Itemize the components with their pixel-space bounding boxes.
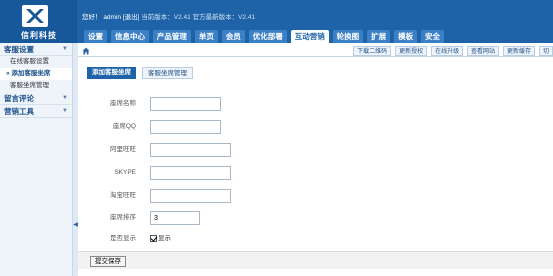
view-site-button[interactable]: 查看网站	[467, 46, 500, 56]
tab-products[interactable]: 产品管理	[152, 30, 191, 43]
aliwangwang-row: 阿里旺旺	[78, 143, 553, 157]
submit-bar: 提交保存	[78, 251, 553, 269]
toolbar-buttons: 下载二维码 更新授权 在线升级 查看网站 更新缓存 切	[351, 46, 553, 56]
aliwangwang-label: 阿里旺旺	[110, 146, 136, 153]
tab-security[interactable]: 安全	[421, 30, 445, 43]
taobao-label: 淘宝旺旺	[110, 192, 136, 199]
main-nav: 设置 信息中心 产品管理 单页 会员 优化部署 互动营销 轮换图 扩展 模板 安…	[84, 30, 446, 43]
sidebar-group-label: 营销工具	[4, 107, 34, 116]
sidebar-group-messages[interactable]: 留言评论 ▼	[0, 92, 72, 105]
download-qrcode-button[interactable]: 下载二维码	[353, 46, 392, 56]
skype-row: SKYPE	[78, 166, 553, 180]
sidebar-group-customer-service[interactable]: 客服设置 ▼	[0, 43, 72, 56]
logout-link[interactable]: [退出]	[123, 14, 140, 21]
skype-input[interactable]	[150, 166, 231, 180]
top-header: 信利科技 您好！ admin [退出] 当前版本：V2.41 官方最新版本：V2…	[0, 0, 553, 43]
main-content: 下载二维码 更新授权 在线升级 查看网站 更新缓存 切 添加客服坐席 客服坐席管…	[78, 43, 553, 276]
home-icon[interactable]	[82, 47, 90, 55]
aliwangwang-input[interactable]	[150, 143, 231, 157]
username: admin	[103, 14, 122, 21]
order-label: 座席排序	[110, 214, 136, 221]
sidebar-item-add-seat[interactable]: » 添加客服坐席	[0, 68, 72, 80]
submit-save-button[interactable]: 提交保存	[90, 256, 126, 267]
seat-name-row: 座席名称	[78, 97, 553, 111]
seat-name-input[interactable]	[150, 97, 221, 111]
update-cache-button[interactable]: 更新缓存	[503, 46, 536, 56]
show-label: 是否显示	[110, 235, 136, 242]
seat-name-label: 座席名称	[110, 100, 136, 107]
tab-slideshow[interactable]: 轮换图	[332, 30, 364, 43]
checkbox-checked-icon[interactable]	[150, 235, 157, 242]
tab-extensions[interactable]: 扩展	[367, 30, 391, 43]
sidebar-group-marketing-tools[interactable]: 营销工具 ▼	[0, 105, 72, 118]
latest-version: 官方最新版本：V2.41	[192, 14, 256, 21]
greeting: 您好！	[82, 14, 102, 21]
taobao-input[interactable]	[150, 189, 231, 203]
taobao-row: 淘宝旺旺	[78, 189, 553, 203]
qq-input[interactable]	[150, 120, 221, 134]
sub-tabs: 添加客服坐席 客服坐席管理	[87, 67, 197, 79]
toolbar-overflow-button[interactable]: 切	[538, 46, 553, 56]
order-input[interactable]	[150, 211, 200, 225]
tab-members[interactable]: 会员	[221, 30, 245, 43]
online-upgrade-button[interactable]: 在线升级	[431, 46, 464, 56]
toolbar: 下载二维码 更新授权 在线升级 查看网站 更新缓存 切	[78, 46, 553, 57]
qq-row: 座席QQ	[78, 120, 553, 134]
logo[interactable]: 信利科技	[0, 0, 77, 43]
tab-info-center[interactable]: 信息中心	[110, 30, 149, 43]
tab-marketing[interactable]: 互动营销	[290, 30, 329, 43]
sidebar-group-label: 留言评论	[4, 94, 34, 103]
tab-settings[interactable]: 设置	[84, 30, 107, 43]
show-row: 是否显示 显示	[78, 232, 553, 246]
current-version: 当前版本：V2.41	[141, 14, 191, 21]
tab-add-seat[interactable]: 添加客服坐席	[87, 67, 136, 79]
order-row: 座席排序	[78, 211, 553, 225]
tab-pages[interactable]: 单页	[194, 30, 218, 43]
tab-seo[interactable]: 优化部署	[248, 30, 287, 43]
sidebar: 客服设置 ▼ 在线客服设置 » 添加客服坐席 客服坐席管理 留言评论 ▼ 营销工…	[0, 43, 73, 276]
logo-icon	[22, 5, 48, 27]
tab-seat-management[interactable]: 客服坐席管理	[141, 67, 193, 79]
sidebar-item-seat-management[interactable]: 客服坐席管理	[0, 80, 72, 92]
chevron-down-icon: ▼	[62, 95, 68, 101]
logo-text: 信利科技	[21, 31, 57, 40]
show-checkbox-label: 显示	[158, 235, 171, 242]
sidebar-group-label: 客服设置	[4, 45, 34, 54]
user-status-line: 您好！ admin [退出] 当前版本：V2.41 官方最新版本：V2.41	[82, 11, 255, 21]
skype-label: SKYPE	[114, 169, 136, 176]
update-license-button[interactable]: 更新授权	[395, 46, 428, 56]
chevron-down-icon: ▼	[62, 108, 68, 114]
qq-label: 座席QQ	[112, 123, 136, 130]
sidebar-item-online-service-settings[interactable]: 在线客服设置	[0, 56, 72, 68]
chevron-down-icon: ▼	[62, 46, 68, 52]
tab-templates[interactable]: 模板	[394, 30, 418, 43]
show-checkbox[interactable]: 显示	[150, 235, 171, 243]
